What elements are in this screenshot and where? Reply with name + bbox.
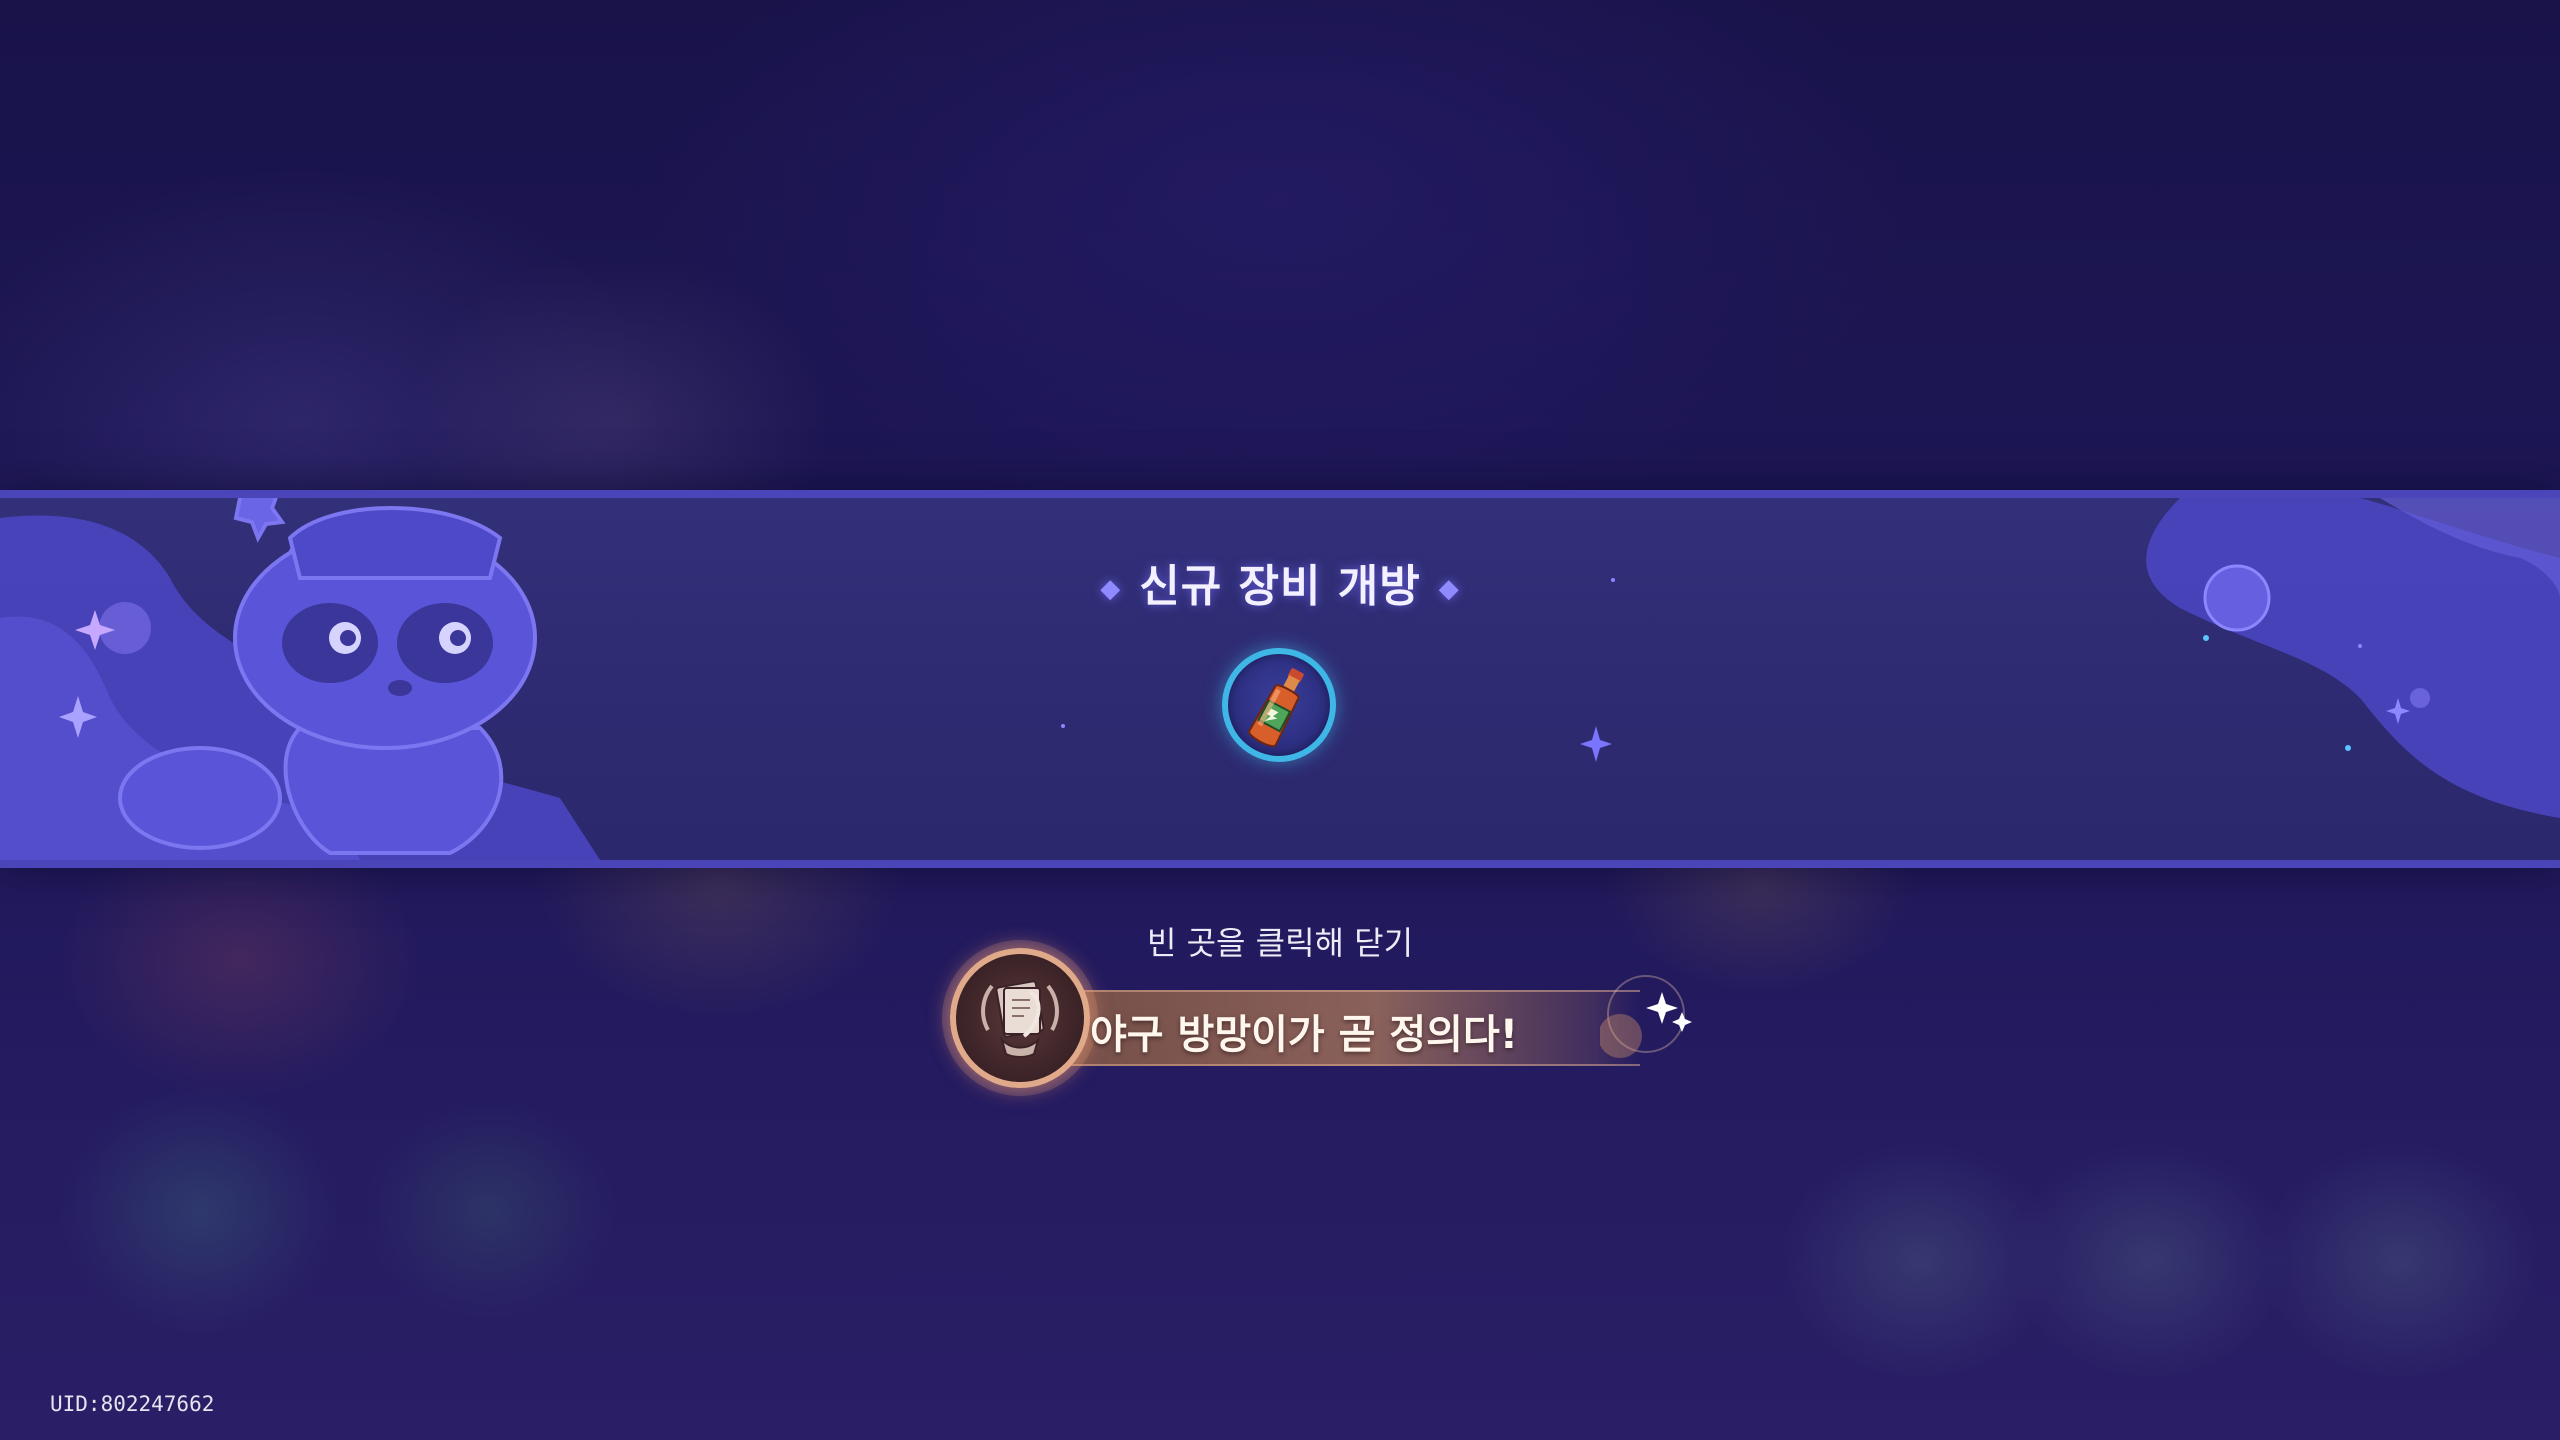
achievement-title: 야구 방망이가 곧 정의다! bbox=[1090, 1012, 1519, 1058]
achievement-medal bbox=[950, 948, 1090, 1088]
sparkle-icon bbox=[1600, 975, 1692, 1058]
new-equipment-banner: ◆ 신규 장비 개방 ◆ bbox=[0, 490, 2560, 868]
banner-title: ◆ 신규 장비 개방 ◆ bbox=[0, 550, 2560, 614]
user-id-label: UID:802247662 bbox=[50, 1392, 215, 1416]
diamond-icon: ◆ bbox=[1100, 574, 1122, 604]
scroll-badge-icon bbox=[981, 980, 1059, 1058]
hot-sauce-bottle-icon bbox=[1248, 668, 1304, 748]
achievement-toast: 야구 방망이가 곧 정의다! bbox=[930, 938, 1710, 1108]
diamond-icon: ◆ bbox=[1438, 574, 1460, 604]
item-slot[interactable] bbox=[1222, 648, 1336, 762]
banner-title-text: 신규 장비 개방 bbox=[1139, 561, 1421, 612]
